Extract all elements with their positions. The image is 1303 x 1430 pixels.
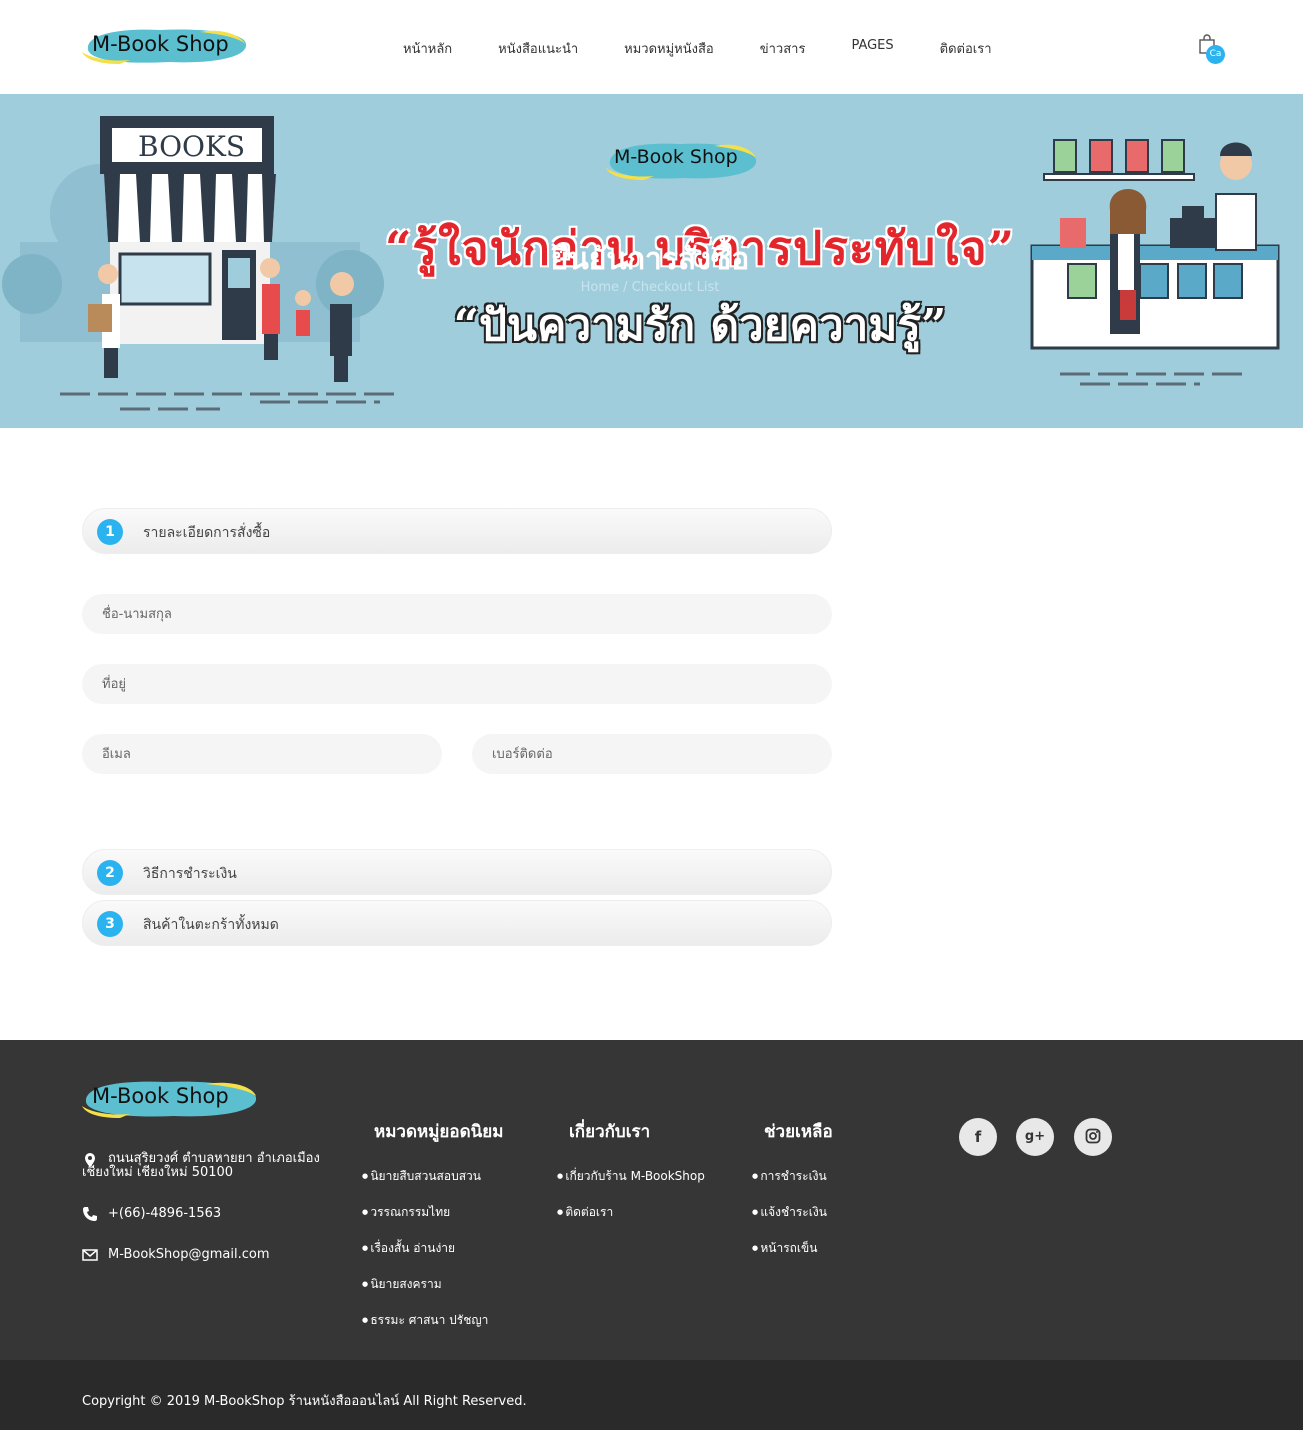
banner-logo: M-Book Shop (604, 134, 760, 184)
step-label: รายละเอียดการสั่งซื้อ (143, 525, 271, 541)
phone-field[interactable] (472, 734, 832, 774)
footer-link[interactable]: นิยายสืบสวนสอบสวน (362, 1167, 503, 1203)
store-sign: BOOKS (138, 130, 246, 163)
google-plus-icon[interactable]: g+ (1016, 1118, 1054, 1156)
column-title: ช่วยเหลือ (764, 1122, 833, 1142)
footer-link[interactable]: เรื่องสั้น อ่านง่าย (362, 1239, 503, 1275)
step-payment-method[interactable]: 2 วิธีการชำระเงิน (82, 849, 832, 895)
footer-help: ช่วยเหลือ การชำระเงิน แจ้งชำระเงิน หน้าร… (752, 1118, 833, 1275)
footer-link[interactable]: นิยายสงคราม (362, 1275, 503, 1311)
footer-link[interactable]: เกี่ยวกับร้าน M-BookShop (557, 1167, 705, 1203)
nav-news[interactable]: ข่าวสาร (760, 38, 806, 59)
email-text: M-BookShop@gmail.com (108, 1247, 270, 1262)
step-number: 1 (97, 519, 123, 545)
site-footer: M-Book Shop ถนนสุริยวงศ์ ตำบลหายยา อำเภอ… (0, 1040, 1303, 1360)
nav-recommended[interactable]: หนังสือแนะนำ (498, 38, 578, 59)
facebook-icon[interactable]: f (959, 1118, 997, 1156)
step-order-details[interactable]: 1 รายละเอียดการสั่งซื้อ (82, 508, 832, 554)
footer-link[interactable]: หน้ารถเข็น (752, 1239, 833, 1275)
cart-badge: Ca (1206, 45, 1225, 64)
page-banner: M-Book Shop “รู้ใจนักอ่าน บริการประทับใจ… (0, 94, 1303, 428)
cart-button[interactable]: Ca (1196, 34, 1226, 64)
main-nav: หน้าหลัก หนังสือแนะนำ หมวดหมู่หนังสือ ข่… (380, 38, 1015, 59)
footer-popular-categories: หมวดหมู่ยอดนิยม นิยายสืบสวนสอบสวน วรรณกร… (362, 1118, 503, 1347)
slogan-bottom: “ปันความรัก ด้วยความรู้” (453, 300, 947, 351)
site-logo[interactable]: M-Book Shop (80, 22, 250, 68)
address-field[interactable] (82, 664, 832, 704)
banner-logo-text: M-Book Shop (614, 146, 738, 168)
footer-link[interactable]: การชำระเงิน (752, 1167, 833, 1203)
footer-link[interactable]: วรรณกรรมไทย (362, 1203, 503, 1239)
column-title: เกี่ยวกับเรา (569, 1122, 651, 1142)
nav-pages[interactable]: PAGES (851, 38, 893, 59)
site-header: M-Book Shop หน้าหลัก หนังสือแนะนำ หมวดหม… (0, 0, 1303, 94)
instagram-icon[interactable] (1074, 1118, 1112, 1156)
step-label: สินค้าในตะกร้าทั้งหมด (143, 917, 279, 933)
name-field[interactable] (82, 594, 832, 634)
phone-text: +(66)-4896-1563 (108, 1206, 222, 1221)
nav-categories[interactable]: หมวดหมู่หนังสือ (624, 38, 714, 59)
nav-contact[interactable]: ติดต่อเรา (940, 38, 992, 59)
footer-link[interactable]: ติดต่อเรา (557, 1203, 705, 1239)
footer-logo-text: M-Book Shop (92, 1084, 229, 1108)
copyright-bar: Copyright © 2019 M-BookShop ร้านหนังสืออ… (0, 1360, 1303, 1430)
step-number: 2 (97, 860, 123, 886)
footer-about: เกี่ยวกับเรา เกี่ยวกับร้าน M-BookShop ติ… (557, 1118, 705, 1239)
nav-home[interactable]: หน้าหลัก (403, 38, 452, 59)
phone-icon (83, 1207, 97, 1221)
logo-text: M-Book Shop (92, 32, 229, 56)
copyright-text: Copyright © 2019 M-BookShop ร้านหนังสืออ… (82, 1394, 527, 1409)
mail-icon (82, 1249, 98, 1261)
footer-logo[interactable]: M-Book Shop (80, 1074, 260, 1122)
step-number: 3 (97, 911, 123, 937)
footer-link[interactable]: ธรรมะ ศาสนา ปรัชญา (362, 1311, 503, 1347)
step-cart-items[interactable]: 3 สินค้าในตะกร้าทั้งหมด (82, 900, 832, 946)
step-label: วิธีการชำระเงิน (143, 866, 237, 882)
page-title: ยืนยันการสั่งซื้อ (550, 242, 750, 277)
footer-link[interactable]: แจ้งชำระเงิน (752, 1203, 833, 1239)
column-title: หมวดหมู่ยอดนิยม (374, 1122, 504, 1142)
address-text: ถนนสุริยวงศ์ ตำบลหายยา อำเภอเมืองเชียงให… (82, 1151, 320, 1180)
email-field[interactable] (82, 734, 442, 774)
